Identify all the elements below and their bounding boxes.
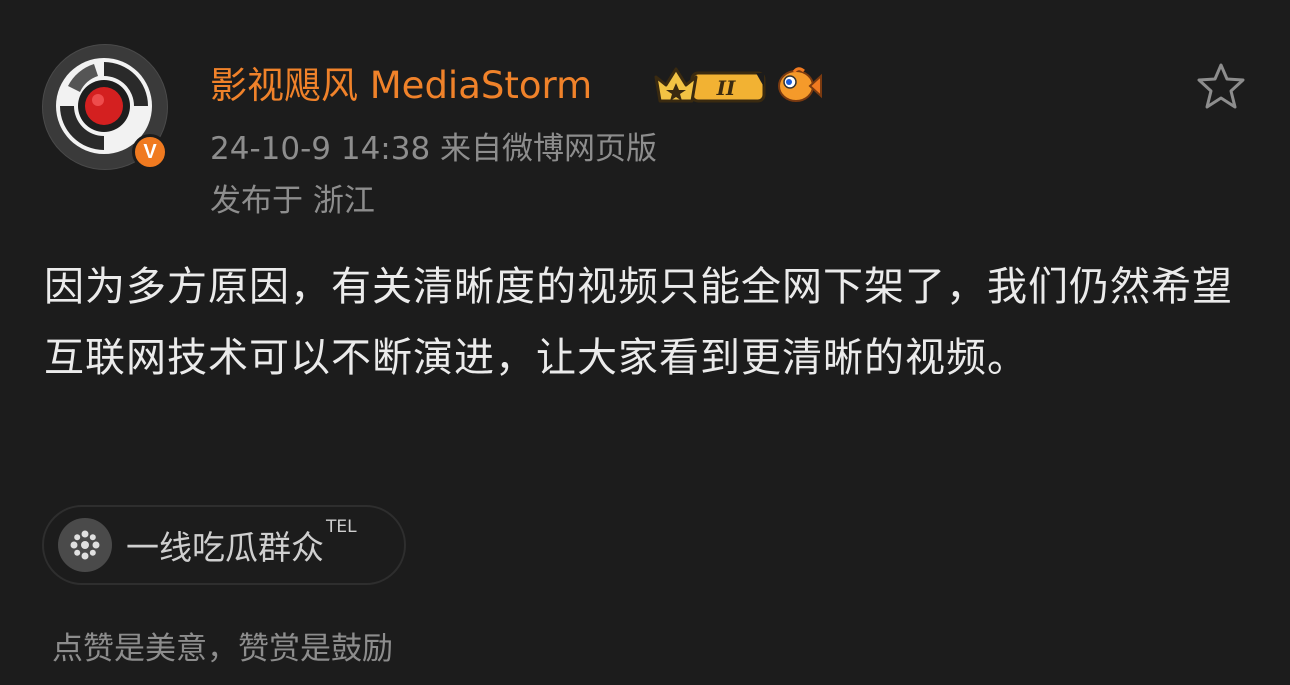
- username[interactable]: 影视飓风 MediaStorm: [210, 62, 592, 110]
- group-name: 一线吃瓜群众TEL: [126, 517, 357, 569]
- post-text: 因为多方原因，有关清晰度的视频只能全网下架了，我们仍然希望互联网技术可以不断演进…: [44, 264, 1233, 381]
- level-badge-text: II: [716, 76, 736, 100]
- star-outline-icon[interactable]: [1196, 62, 1246, 110]
- crown-level-badge-icon: II: [654, 67, 766, 103]
- fish-badge-icon: [778, 67, 822, 102]
- reward-prompt: 点赞是美意，赞赏是鼓励: [52, 631, 393, 667]
- post-time-source: 24-10-9 14:38 来自微博网页版: [210, 131, 658, 167]
- post-location: 发布于 浙江: [210, 183, 375, 219]
- verified-badge: V: [132, 134, 168, 170]
- flower-icon: [58, 518, 112, 572]
- group-name-text: 一线吃瓜群众: [126, 528, 324, 567]
- avatar[interactable]: V: [42, 44, 168, 170]
- group-link[interactable]: 一线吃瓜群众TEL: [42, 505, 406, 585]
- group-tag: TEL: [326, 517, 357, 537]
